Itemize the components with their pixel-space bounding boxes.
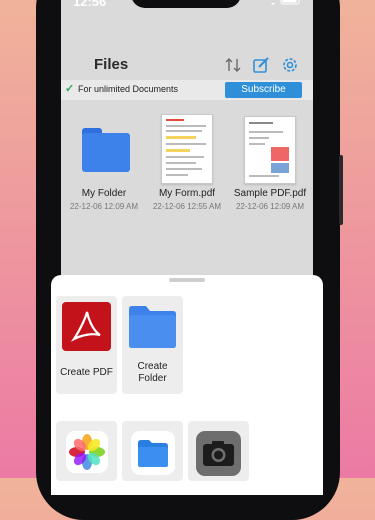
pdf-thumbnail [244,116,296,184]
notch [131,0,241,8]
create-pdf-button[interactable]: Create PDF [56,296,117,394]
camera-button[interactable] [188,421,249,481]
file-name: My Form.pdf [158,188,216,199]
folder-icon [82,128,130,172]
photos-icon [66,431,108,473]
page-title: Files [94,56,129,73]
edit-icon[interactable] [251,55,271,75]
action-label: Create PDF [60,367,113,378]
create-folder-button[interactable]: Create Folder [122,296,183,394]
gear-icon[interactable] [280,55,300,75]
file-date: 22-12-06 12:09 AM [69,202,139,211]
camera-icon [196,431,241,476]
header: Files [61,50,313,80]
file-date: 22-12-06 12:09 AM [235,202,305,211]
bottom-sheet: Create PDF Create Folder [51,275,323,495]
file-name: Sample PDF.pdf [233,188,307,199]
side-button [339,155,343,225]
status-icons [267,0,301,9]
files-button[interactable] [122,421,183,481]
photos-button[interactable] [56,421,117,481]
file-date: 22-12-06 12:55 AM [152,202,222,211]
sort-icon[interactable] [223,55,243,75]
file-item-sample-pdf[interactable]: Sample PDF.pdf 22-12-06 12:09 AM [229,110,311,211]
files-icon [131,431,175,475]
action-label: Create Folder [137,361,168,384]
file-grid: My Folder 22-12-06 12:09 AM My Form.pdf … [61,110,313,230]
file-name: My Folder [81,188,127,199]
file-item-my-folder[interactable]: My Folder 22-12-06 12:09 AM [63,110,145,211]
subscribe-button[interactable]: Subscribe [225,82,302,98]
status-time: 12:56 [73,0,107,9]
promo-text: For unlimited Documents [78,84,179,94]
promo-banner: ✓ For unlimited Documents Subscribe [61,80,313,100]
acrobat-icon [62,302,111,351]
wifi-battery-icon [271,0,300,5]
pdf-thumbnail [161,114,213,184]
file-item-my-form[interactable]: My Form.pdf 22-12-06 12:55 AM [146,110,228,211]
folder-icon [129,306,176,348]
checkmark-icon: ✓ [65,83,75,95]
sheet-grabber[interactable] [169,278,205,282]
